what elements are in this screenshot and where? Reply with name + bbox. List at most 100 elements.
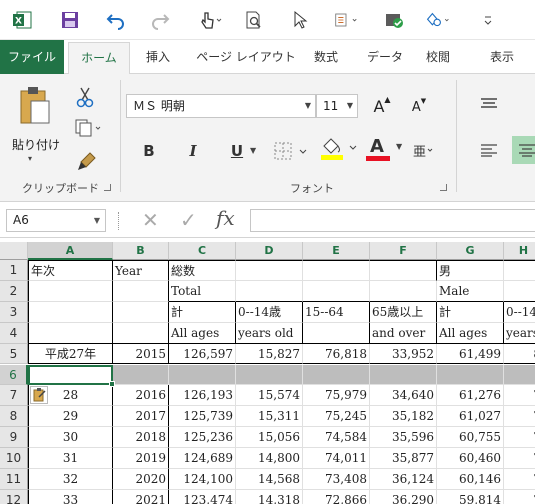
header-cell[interactable]: All ages [169, 322, 236, 344]
grow-font-button[interactable]: A ▲ [370, 94, 394, 118]
cell[interactable] [169, 364, 236, 386]
data-cell[interactable]: 60,460 [437, 448, 504, 469]
header-cell[interactable] [28, 280, 113, 302]
column-header[interactable]: E [303, 242, 370, 260]
data-cell[interactable]: 123,474 [169, 489, 236, 504]
tab-home[interactable]: ホーム [68, 42, 130, 75]
data-cell[interactable]: 34,640 [370, 385, 437, 407]
paste-dropdown-icon[interactable]: ▾ [28, 154, 32, 163]
data-cell[interactable]: 2015 [113, 343, 169, 365]
data-cell[interactable]: 60,755 [437, 427, 504, 449]
insert-function-button[interactable]: fx [216, 206, 235, 230]
header-cell[interactable] [370, 260, 437, 281]
header-cell[interactable] [303, 260, 370, 281]
header-cell[interactable] [113, 322, 169, 344]
data-cell[interactable]: 15,056 [236, 427, 303, 449]
data-cell[interactable]: 33 [28, 489, 113, 504]
redo-icon[interactable] [148, 8, 172, 32]
data-cell[interactable]: 36,124 [370, 469, 437, 490]
header-cell[interactable]: 15--64 [303, 301, 370, 323]
row-header[interactable]: 12 [0, 489, 28, 504]
enter-button[interactable]: ✓ [180, 208, 197, 232]
data-cell[interactable]: 60,146 [437, 469, 504, 490]
row-header[interactable]: 11 [0, 469, 28, 490]
undo-icon[interactable] [104, 8, 128, 32]
tab-view[interactable]: 表示 [480, 40, 524, 74]
header-cell[interactable] [504, 281, 535, 302]
row-header[interactable]: 10 [0, 448, 28, 469]
data-cell[interactable]: 7 [504, 385, 535, 407]
borders-button[interactable] [272, 140, 312, 162]
font-size-select[interactable]: 11 ▼ [316, 94, 358, 118]
bold-button[interactable]: B [138, 140, 160, 162]
resize-handle[interactable] [118, 212, 121, 230]
header-cell[interactable]: 65歳以上 [370, 301, 437, 323]
data-cell[interactable]: 31 [28, 448, 113, 469]
clipboard-launcher-icon[interactable] [104, 184, 111, 191]
clipboard-icon[interactable] [10, 84, 60, 128]
touch-mode-icon[interactable] [198, 8, 222, 32]
header-cell[interactable]: and over [370, 322, 437, 344]
data-cell[interactable]: 2021 [113, 489, 169, 504]
data-cell[interactable]: 33,952 [370, 343, 437, 365]
tab-formulas[interactable]: 数式 [306, 40, 346, 74]
cell[interactable] [303, 364, 370, 386]
data-cell[interactable]: 15,827 [236, 343, 303, 365]
data-cell[interactable]: 73,408 [303, 469, 370, 490]
header-cell[interactable] [236, 260, 303, 281]
header-cell[interactable]: All ages [437, 322, 504, 344]
select-pointer-icon[interactable] [288, 8, 312, 32]
check-icon[interactable] [382, 8, 406, 32]
align-top-icon[interactable] [478, 94, 500, 114]
shrink-font-button[interactable]: A ▼ [408, 96, 430, 118]
header-cell[interactable]: 総数 [169, 260, 236, 281]
save-icon[interactable] [58, 8, 82, 32]
data-cell[interactable]: 35,182 [370, 406, 437, 428]
data-cell[interactable]: 15,574 [236, 385, 303, 407]
data-cell[interactable]: 7 [504, 427, 535, 449]
row-header[interactable]: 1 [0, 260, 28, 281]
cancel-button[interactable]: ✕ [142, 208, 159, 232]
data-cell[interactable]: 126,193 [169, 385, 236, 407]
header-cell[interactable]: 計 [169, 301, 236, 323]
tab-insert[interactable]: 挿入 [136, 40, 180, 74]
data-cell[interactable]: 61,027 [437, 406, 504, 428]
data-cell[interactable]: 32 [28, 469, 113, 490]
tab-page-layout[interactable]: ページ レイアウト [194, 40, 298, 74]
row-header[interactable]: 3 [0, 301, 28, 323]
data-cell[interactable]: 35,877 [370, 448, 437, 469]
data-cell[interactable]: 124,100 [169, 469, 236, 490]
copy-icon[interactable] [72, 116, 106, 140]
header-cell[interactable]: Male [437, 280, 504, 302]
column-header[interactable]: H [504, 242, 535, 260]
header-cell[interactable]: Year [113, 260, 169, 281]
cell[interactable] [236, 364, 303, 386]
row-header[interactable]: 4 [0, 322, 28, 344]
data-cell[interactable]: 72,866 [303, 489, 370, 504]
print-preview-icon[interactable] [242, 8, 266, 32]
data-cell[interactable]: 7 [504, 406, 535, 428]
data-cell[interactable]: 7 [504, 490, 535, 504]
align-left-icon[interactable] [478, 140, 500, 160]
fill-color-button[interactable] [318, 136, 362, 162]
header-cell[interactable]: 年次 [28, 260, 113, 281]
tab-file[interactable]: ファイル [0, 40, 64, 74]
header-cell[interactable] [303, 322, 370, 344]
underline-button[interactable]: U [226, 140, 248, 162]
data-cell[interactable]: 14,800 [236, 448, 303, 469]
tab-data[interactable]: データ [360, 40, 410, 74]
phonetic-guide-icon[interactable]: 亜 [410, 140, 436, 162]
format-painter-icon[interactable] [74, 148, 100, 174]
column-header[interactable]: F [370, 242, 437, 260]
font-launcher-icon[interactable] [440, 184, 447, 191]
formula-input[interactable] [250, 209, 535, 232]
header-cell[interactable] [28, 301, 113, 323]
data-cell[interactable]: 2017 [113, 406, 169, 428]
column-header[interactable]: A [28, 242, 113, 260]
data-cell[interactable]: 35,596 [370, 427, 437, 449]
data-cell[interactable]: 124,689 [169, 448, 236, 469]
paste-options-icon[interactable] [30, 386, 48, 405]
data-cell[interactable]: 2019 [113, 448, 169, 469]
data-cell[interactable]: 2016 [113, 385, 169, 407]
column-header[interactable]: D [236, 242, 303, 260]
